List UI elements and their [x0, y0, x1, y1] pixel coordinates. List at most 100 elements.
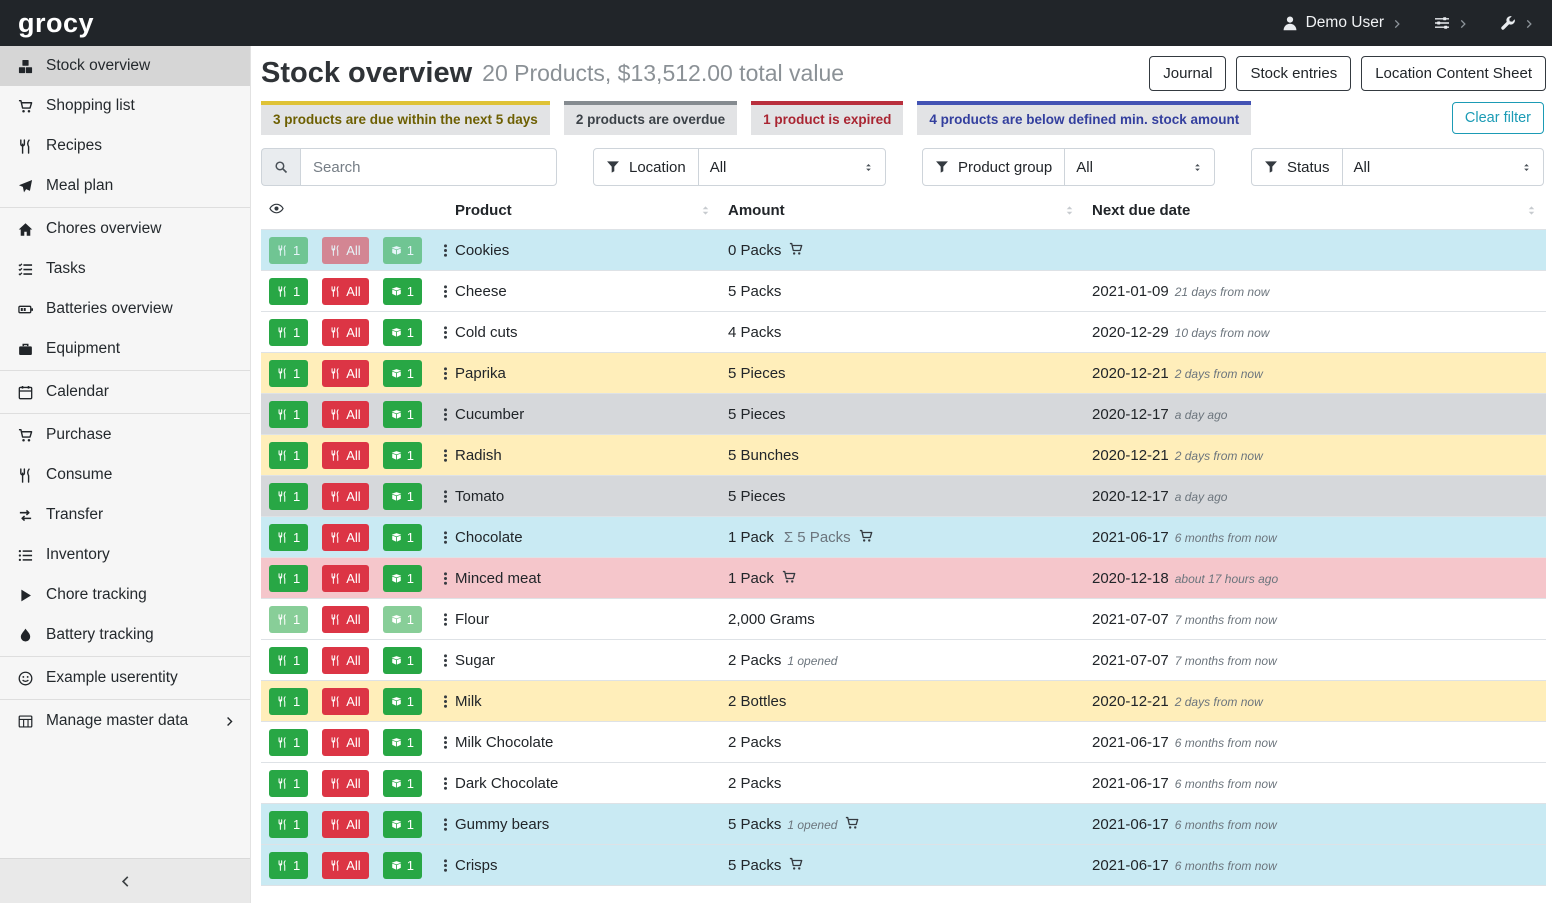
row-menu-button[interactable] [436, 571, 455, 586]
sidebar-item-chore-tracking[interactable]: Chore tracking [0, 575, 250, 615]
sidebar-item-tasks[interactable]: Tasks [0, 249, 250, 289]
sidebar-item-manage-master-data[interactable]: Manage master data [0, 701, 250, 741]
filter-select-location[interactable]: All [698, 149, 885, 185]
admin-menu[interactable] [1500, 15, 1534, 31]
location-content-sheet-button[interactable]: Location Content Sheet [1361, 56, 1546, 91]
sidebar-item-equipment[interactable]: Equipment [0, 329, 250, 369]
consume-all-button[interactable]: All [322, 647, 368, 674]
consume-all-button[interactable]: All [322, 811, 368, 838]
consume-one-button[interactable]: 1 [269, 360, 308, 387]
row-menu-button[interactable] [436, 817, 455, 832]
column-header-amount[interactable]: Amount [720, 195, 1084, 230]
open-one-button[interactable]: 1 [383, 524, 422, 551]
clear-filter-button[interactable]: Clear filter [1452, 102, 1544, 134]
row-menu-button[interactable] [436, 407, 455, 422]
row-menu-button[interactable] [436, 448, 455, 463]
row-menu-button[interactable] [436, 243, 455, 258]
row-menu-button[interactable] [436, 612, 455, 627]
row-menu-button[interactable] [436, 735, 455, 750]
row-menu-button[interactable] [436, 530, 455, 545]
sidebar-item-calendar[interactable]: Calendar [0, 372, 250, 412]
open-one-button[interactable]: 1 [383, 811, 422, 838]
sidebar-item-consume[interactable]: Consume [0, 455, 250, 495]
open-one-button[interactable]: 1 [383, 278, 422, 305]
consume-all-button[interactable]: All [322, 852, 368, 879]
banner-warning[interactable]: 3 products are due within the next 5 day… [261, 101, 550, 135]
consume-one-button[interactable]: 1 [269, 852, 308, 879]
consume-one-button[interactable]: 1 [269, 442, 308, 469]
open-one-button[interactable]: 1 [383, 647, 422, 674]
consume-one-button[interactable]: 1 [269, 319, 308, 346]
row-menu-button[interactable] [436, 366, 455, 381]
banner-info[interactable]: 4 products are below defined min. stock … [917, 101, 1251, 135]
eye-icon[interactable] [269, 201, 284, 216]
sidebar-item-batteries-overview[interactable]: Batteries overview [0, 289, 250, 329]
consume-one-button[interactable]: 1 [269, 770, 308, 797]
consume-all-button[interactable]: All [322, 442, 368, 469]
open-one-button[interactable]: 1 [383, 319, 422, 346]
filter-select-status[interactable]: All [1342, 149, 1543, 185]
app-logo[interactable]: grocy [18, 8, 94, 39]
consume-one-button[interactable]: 1 [269, 278, 308, 305]
open-one-button[interactable]: 1 [383, 360, 422, 387]
sidebar-item-example-userentity[interactable]: Example userentity [0, 658, 250, 698]
open-one-button[interactable]: 1 [383, 565, 422, 592]
consume-all-button[interactable]: All [322, 319, 368, 346]
consume-one-button[interactable]: 1 [269, 401, 308, 428]
sidebar-item-transfer[interactable]: Transfer [0, 495, 250, 535]
open-one-button[interactable]: 1 [383, 688, 422, 715]
sidebar-item-battery-tracking[interactable]: Battery tracking [0, 615, 250, 655]
row-menu-button[interactable] [436, 653, 455, 668]
consume-all-button[interactable]: All [322, 401, 368, 428]
consume-all-button[interactable]: All [322, 524, 368, 551]
sidebar-item-chores-overview[interactable]: Chores overview [0, 209, 250, 249]
display-settings-menu[interactable] [1434, 15, 1468, 31]
row-menu-button[interactable] [436, 776, 455, 791]
consume-all-button[interactable]: All [322, 278, 368, 305]
column-header-next-due-date[interactable]: Next due date [1084, 195, 1546, 230]
open-one-button[interactable]: 1 [383, 852, 422, 879]
consume-all-button[interactable]: All [322, 606, 368, 633]
user-menu[interactable]: Demo User [1282, 14, 1402, 32]
row-menu-button[interactable] [436, 858, 455, 873]
sidebar-item-meal-plan[interactable]: Meal plan [0, 166, 250, 206]
sort-icon[interactable] [1525, 204, 1538, 217]
sort-icon[interactable] [1063, 204, 1076, 217]
open-one-button[interactable]: 1 [383, 729, 422, 756]
banner-danger[interactable]: 1 product is expired [751, 101, 903, 135]
consume-one-button[interactable]: 1 [269, 647, 308, 674]
column-header-product[interactable]: Product [447, 195, 720, 230]
sidebar-item-inventory[interactable]: Inventory [0, 535, 250, 575]
consume-one-button[interactable]: 1 [269, 524, 308, 551]
sort-icon[interactable] [699, 204, 712, 217]
open-one-button[interactable]: 1 [383, 401, 422, 428]
consume-all-button[interactable]: All [322, 729, 368, 756]
sidebar-item-stock-overview[interactable]: Stock overview [0, 46, 250, 86]
search-input[interactable] [300, 148, 557, 186]
open-one-button[interactable]: 1 [383, 442, 422, 469]
sidebar-item-recipes[interactable]: Recipes [0, 126, 250, 166]
consume-one-button[interactable]: 1 [269, 688, 308, 715]
consume-all-button[interactable]: All [322, 565, 368, 592]
banner-secondary[interactable]: 2 products are overdue [564, 101, 737, 135]
consume-all-button[interactable]: All [322, 688, 368, 715]
consume-one-button[interactable]: 1 [269, 565, 308, 592]
sidebar-item-purchase[interactable]: Purchase [0, 415, 250, 455]
consume-one-button[interactable]: 1 [269, 729, 308, 756]
consume-all-button[interactable]: All [322, 483, 368, 510]
consume-all-button[interactable]: All [322, 770, 368, 797]
sidebar-collapse-button[interactable] [0, 858, 250, 903]
filter-select-product-group[interactable]: All [1064, 149, 1214, 185]
consume-all-button[interactable]: All [322, 360, 368, 387]
consume-one-button[interactable]: 1 [269, 483, 308, 510]
row-menu-button[interactable] [436, 325, 455, 340]
sidebar-item-shopping-list[interactable]: Shopping list [0, 86, 250, 126]
consume-one-button[interactable]: 1 [269, 811, 308, 838]
row-menu-button[interactable] [436, 284, 455, 299]
stock-entries-button[interactable]: Stock entries [1236, 56, 1351, 91]
open-one-button[interactable]: 1 [383, 483, 422, 510]
open-one-button[interactable]: 1 [383, 770, 422, 797]
row-menu-button[interactable] [436, 489, 455, 504]
row-menu-button[interactable] [436, 694, 455, 709]
journal-button[interactable]: Journal [1149, 56, 1226, 91]
